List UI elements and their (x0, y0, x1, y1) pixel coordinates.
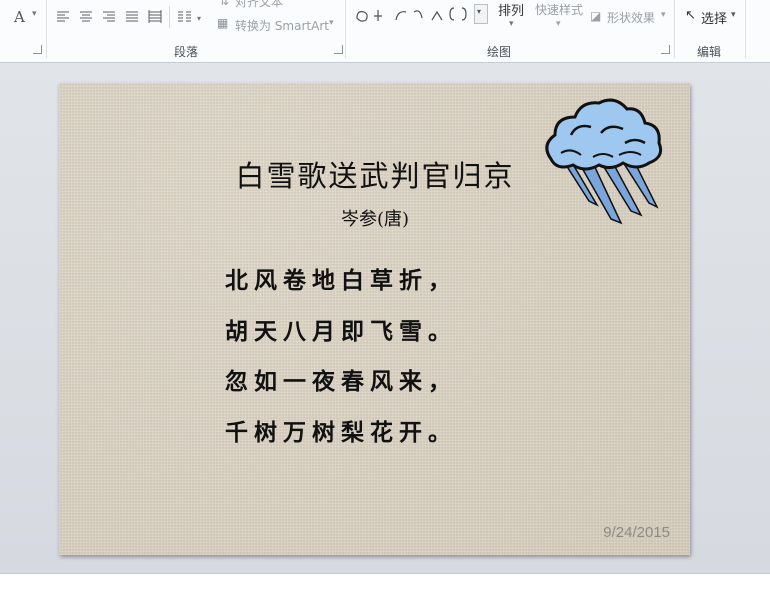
align-text-button[interactable]: 对齐文本 (235, 0, 283, 10)
poem-line[interactable]: 北风卷地白草折， (225, 261, 457, 295)
slide-workspace: 白雪歌送武判官归京 岑参(唐) 北风卷地白草折， 胡天八月即飞雪。 忽如一夜春风… (0, 63, 770, 573)
notes-pane-divider (0, 573, 770, 615)
slide-title[interactable]: 白雪歌送武判官归京 (175, 153, 575, 195)
poem-line[interactable]: 忽如一夜春风来， (225, 362, 457, 396)
drawing-dialog-launcher-icon[interactable] (661, 45, 670, 54)
select-button[interactable]: 选择 (701, 8, 727, 27)
paragraph-group: ▾ ⇅ 对齐文本 ▦ 转换为 SmartArt ▾ 段落 (47, 0, 345, 62)
group-separator (745, 0, 746, 58)
poem-author[interactable]: 岑参(唐) (275, 205, 475, 231)
slide-date[interactable]: 9/24/2015 (603, 524, 670, 541)
shapes-gallery-icon[interactable] (354, 4, 486, 24)
rain-cloud-icon[interactable] (541, 97, 665, 225)
quick-styles-dropdown-icon[interactable]: ▾ (556, 19, 561, 29)
paragraph-group-label: 段落 (174, 45, 199, 59)
arrange-dropdown-icon[interactable]: ▾ (509, 19, 514, 29)
select-dropdown-icon[interactable]: ▾ (731, 10, 736, 20)
smartart-dropdown-icon[interactable]: ▾ (329, 18, 334, 28)
paragraph-dialog-launcher-icon[interactable] (334, 45, 343, 54)
arrange-button[interactable]: 排列 (498, 0, 524, 19)
font-group-fragment: A ▾ (0, 0, 46, 62)
font-color-dropdown-icon[interactable]: ▾ (32, 9, 37, 19)
svg-text:▾: ▾ (197, 14, 201, 23)
font-dialog-launcher-icon[interactable] (33, 45, 42, 54)
cursor-arrow-icon[interactable]: ↖ (685, 8, 696, 23)
shape-effects-icon[interactable]: ◪ (590, 9, 601, 23)
poem-line[interactable]: 胡天八月即飞雪。 (225, 312, 457, 346)
editing-group-label: 编辑 (697, 45, 722, 59)
drawing-group: ▾ 排列 ▾ 快速样式 ▾ ◪ 形状效果 ▾ 绘图 (346, 0, 674, 62)
alignment-buttons-icon[interactable] (56, 10, 166, 24)
editing-group: ↖ 选择 ▾ 编辑 (675, 0, 745, 62)
drawing-group-label: 绘图 (487, 45, 512, 59)
quick-styles-button[interactable]: 快速样式 (535, 1, 583, 18)
shape-effects-dropdown-icon[interactable]: ▾ (661, 10, 666, 20)
font-color-button[interactable]: A (14, 8, 25, 26)
shape-effects-button[interactable]: 形状效果 (607, 9, 655, 26)
shapes-gallery-more-button[interactable]: ▾ (474, 4, 488, 24)
poem-line[interactable]: 千树万树梨花开。 (225, 413, 457, 447)
convert-smartart-button[interactable]: 转换为 SmartArt (235, 17, 329, 34)
columns-icon[interactable]: ▾ (177, 10, 205, 24)
slide-canvas[interactable]: 白雪歌送武判官归京 岑参(唐) 北风卷地白草折， 胡天八月即飞雪。 忽如一夜春风… (59, 83, 690, 555)
text-direction-icon[interactable]: ⇅ (219, 0, 229, 8)
smartart-icon[interactable]: ▦ (217, 16, 228, 30)
divider (169, 6, 170, 28)
ribbon: A ▾ ▾ ⇅ 对齐文本 ▦ 转换为 SmartArt ▾ 段落 ▾ 排列 ▾ … (0, 0, 770, 63)
